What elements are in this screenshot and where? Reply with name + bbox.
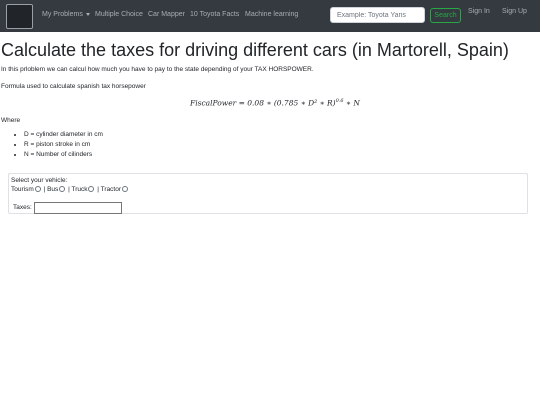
radio-bus[interactable] [59,186,66,193]
nav-machine-learning[interactable]: Machine learning [245,11,298,18]
where-label: Where [1,117,21,124]
vehicle-options: Tourism | Bus | Truck | Tractor [11,186,129,193]
variable-list: D = cylinder diameter in cm R = piston s… [8,130,103,160]
list-item: R = piston stroke in cm [24,140,103,150]
nav-my-problems-label: My Problems [42,11,83,18]
navbar: My Problems Multiple Choice Car Mapper 1… [0,0,540,32]
taxes-label: Taxes: [13,204,32,211]
option-bus-label: Bus [47,186,59,193]
chevron-down-icon [85,12,90,16]
radio-truck[interactable] [88,186,95,193]
formula-tail: ∗ N [343,98,360,108]
nav-multiple-choice[interactable]: Multiple Choice [95,11,143,18]
nav-car-mapper[interactable]: Car Mapper [148,11,185,18]
formula-label: Formula used to calculate spanish tax ho… [1,83,146,90]
intro-text: In this prloblem we can calcul how much … [1,66,314,73]
select-vehicle-label: Select your vehicle: [11,177,68,184]
taxes-field[interactable] [34,202,122,214]
sign-in-link[interactable]: Sign In [468,8,490,15]
vehicle-form: Select your vehicle: Tourism | Bus | Tru… [8,173,528,214]
search-button[interactable]: Search [430,8,461,23]
option-tractor-label: Tractor [100,186,122,193]
option-tourism-label: Tourism [11,186,34,193]
formula-body: FiscalPower = 0.08 ∗ (0.785 ∗ D² ∗ R) [190,98,336,108]
option-truck-label: Truck [71,186,88,193]
list-item: N = Number of cilinders [24,150,103,160]
brand-logo[interactable] [6,4,33,29]
search-input[interactable] [330,7,425,23]
nav-toyota-facts[interactable]: 10 Toyota Facts [190,11,239,18]
tax-formula: FiscalPower = 0.08 ∗ (0.785 ∗ D² ∗ R)0.6… [190,98,360,108]
radio-tractor[interactable] [122,186,129,193]
formula-exponent: 0.6 [335,98,344,104]
list-item: D = cylinder diameter in cm [24,130,103,140]
sign-up-link[interactable]: Sign Up [502,8,527,15]
page-title: Calculate the taxes for driving differen… [1,40,509,60]
nav-my-problems[interactable]: My Problems [42,11,90,18]
radio-tourism[interactable] [34,186,41,193]
